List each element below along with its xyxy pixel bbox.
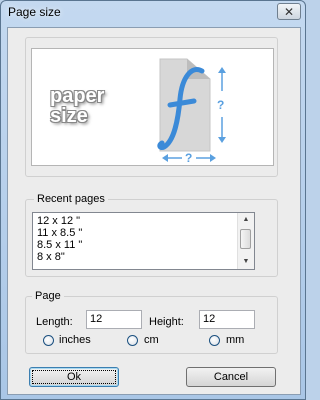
- list-item[interactable]: 8 x 8": [37, 251, 65, 263]
- height-unknown-label: ?: [217, 98, 225, 112]
- unit-cm-radio[interactable]: [127, 335, 138, 346]
- list-item[interactable]: 12 x 12 ": [37, 215, 80, 227]
- cancel-button-label: Cancel: [213, 371, 249, 383]
- close-button[interactable]: ✕: [277, 3, 301, 20]
- list-item[interactable]: 8.5 x 11 ": [37, 239, 82, 251]
- title-bar[interactable]: Page size ✕: [1, 1, 305, 25]
- list-scrollbar[interactable]: ▲ ▼: [237, 213, 254, 269]
- unit-mm-label[interactable]: mm: [226, 334, 244, 346]
- dialog-body: paper size ? ? Recent pages 12 x 12 " 11…: [7, 27, 301, 395]
- arrow-down-icon: [218, 137, 226, 143]
- focus-indicator: [32, 370, 116, 384]
- scroll-up-icon[interactable]: ▲: [238, 213, 254, 227]
- preview-group: paper size ? ?: [25, 37, 278, 177]
- scroll-thumb[interactable]: [240, 229, 251, 249]
- paper-label-line2: size: [50, 105, 88, 127]
- width-unknown-label: ?: [185, 151, 193, 165]
- arrow-up-icon: [218, 67, 226, 73]
- page-legend: Page: [32, 290, 64, 302]
- page-size-dialog: Page size ✕ paper size ? ? Recent pages …: [0, 0, 306, 400]
- unit-mm-radio[interactable]: [209, 335, 220, 346]
- scroll-down-icon[interactable]: ▼: [238, 255, 254, 269]
- window-title: Page size: [8, 5, 61, 19]
- paper-size-preview: paper size ? ?: [31, 48, 274, 166]
- unit-cm-label[interactable]: cm: [144, 334, 159, 346]
- close-icon: ✕: [283, 5, 295, 19]
- cancel-button[interactable]: Cancel: [186, 367, 276, 387]
- recent-pages-list[interactable]: 12 x 12 " 11 x 8.5 " 8.5 x 11 " 8 x 8" ▲…: [32, 212, 255, 270]
- height-label: Height:: [149, 316, 184, 328]
- recent-pages-legend: Recent pages: [34, 193, 108, 205]
- height-input[interactable]: 12: [199, 310, 255, 329]
- length-label: Length:: [36, 316, 73, 328]
- unit-inches-label[interactable]: inches: [59, 334, 91, 346]
- arrow-left-icon: [162, 154, 168, 162]
- list-item[interactable]: 11 x 8.5 ": [37, 227, 82, 239]
- length-input[interactable]: 12: [86, 310, 142, 329]
- unit-inches-radio[interactable]: [43, 335, 54, 346]
- arrow-right-icon: [210, 154, 216, 162]
- ok-button[interactable]: Ok: [29, 367, 119, 387]
